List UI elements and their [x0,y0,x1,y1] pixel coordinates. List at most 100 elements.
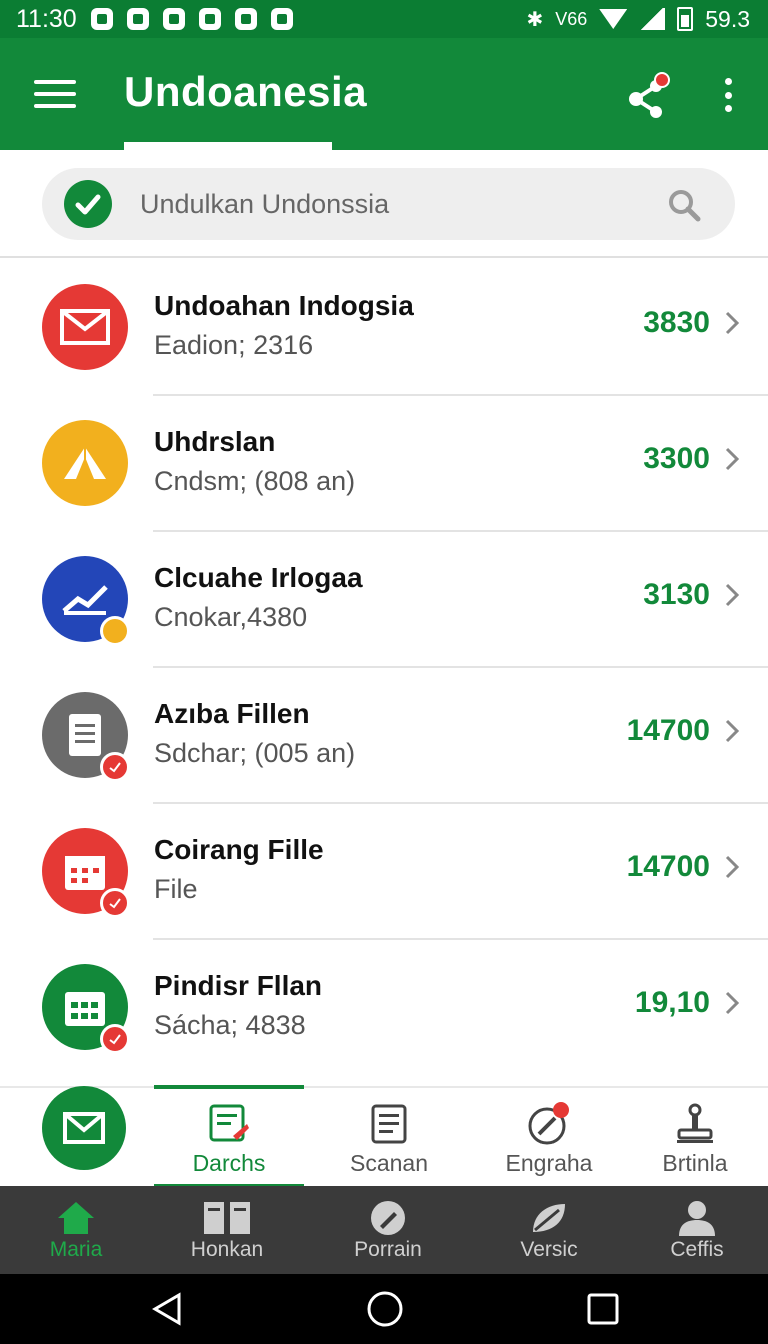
notification-icon [270,8,293,30]
compass-icon [528,1102,569,1145]
send-mail-icon [63,1112,105,1144]
list-item-title: Azıba Fillen [154,698,310,729]
back-button[interactable] [132,1274,202,1344]
list-item[interactable]: Coirang Fille File 14700 [0,804,768,940]
chevron-right-icon [725,311,740,335]
bluetooth-icon: ✱ [526,8,544,31]
edit-document-icon [209,1104,249,1142]
list-item-subtitle: Cnokar,4380 [154,602,308,632]
search-input[interactable] [138,168,638,240]
list-item-subtitle: Sdchar; (005 an) [154,738,356,768]
bottom-navigation: Maria Honkan Porrain Versic Ceffis [0,1186,768,1274]
more-options-button[interactable] [718,78,738,112]
list-item-title: Pindisr Fllan [154,970,323,1001]
scan-document-icon [371,1104,407,1144]
home-circle-icon [367,1291,403,1327]
list-item-title: Coirang Fille [154,834,324,865]
notification-icon [126,8,149,30]
pen-circle-icon [371,1201,405,1235]
search-bar[interactable] [42,168,735,240]
list-item-subtitle: File [154,874,198,904]
share-button[interactable] [622,72,672,124]
list-item-title: Clcuahe Irlogaa [154,562,363,593]
nav-label: Maria [49,1238,103,1261]
nav-label: Porrain [354,1238,422,1261]
tab-darchs[interactable]: Darchs [154,1088,304,1188]
list-item-title: Undoahan Indogsia [154,290,414,321]
list-item[interactable]: Uhdrslan Cndsm; (808 an) 3300 [0,396,768,532]
list-item[interactable]: Azıba Fillen Sdchar; (005 an) 14700 [0,668,768,804]
home-button[interactable] [350,1274,420,1344]
system-navigation-bar [0,1274,768,1344]
notification-icons [90,8,293,30]
tab-label: Scanan [349,1150,428,1176]
mail-icon [42,284,128,370]
nav-maria[interactable]: Maria [0,1186,152,1274]
list-item-subtitle: Eadion; 2316 [154,330,314,360]
list-item-value: 19,10 [634,986,710,1019]
title-underline [124,142,332,150]
battery-level: 59.3 [705,5,750,32]
home-icon [58,1202,94,1234]
check-icon [64,180,112,228]
list-item[interactable]: Pindisr Fllan Sácha; 4838 19,10 [0,940,768,1076]
list-item-subtitle: Sácha; 4838 [154,1010,306,1040]
recents-button[interactable] [568,1274,638,1344]
list-item-subtitle: Cndsm; (808 an) [154,466,356,496]
notification-icon [162,8,185,30]
recents-icon [587,1293,619,1325]
tab-label: Darchs [192,1150,266,1176]
notification-icon [198,8,221,30]
compose-fab[interactable] [42,1086,126,1170]
list-item[interactable]: Clcuahe Irlogaa Cnokar,4380 3130 [0,532,768,668]
list-item-value: 14700 [626,850,710,883]
signal-icon [639,8,666,30]
check-badge-icon [100,752,130,782]
nav-label: Versic [520,1238,578,1261]
menu-button[interactable] [34,80,76,108]
chevron-right-icon [725,719,740,743]
tent-icon [42,420,128,506]
notification-icon [234,8,257,30]
list-item-title: Uhdrslan [154,426,276,457]
back-icon [152,1292,181,1326]
status-time: 11:30 [16,4,77,33]
nav-ceffis[interactable]: Ceffis [626,1186,768,1274]
app-title: Undoanesia [124,68,368,115]
app-bar: Undoanesia [0,38,768,150]
nav-versic[interactable]: Versic [474,1186,624,1274]
chevron-right-icon [725,855,740,879]
nav-porrain[interactable]: Porrain [312,1186,464,1274]
chart-icon [42,556,130,646]
tab-engraha[interactable]: Engraha [474,1088,624,1188]
list-item[interactable]: Undoahan Indogsia Eadion; 2316 3830 [0,260,768,396]
chevron-right-icon [725,583,740,607]
tab-label: Engraha [505,1150,593,1176]
person-icon [679,1201,715,1236]
search-section [0,150,768,258]
stamp-icon [677,1103,713,1143]
list-item-value: 14700 [626,714,710,747]
nav-label: Honkan [190,1238,264,1261]
tab-label: Brtinla [662,1150,728,1176]
battery-icon [677,7,694,31]
search-icon[interactable] [667,188,701,222]
item-list: Undoahan Indogsia Eadion; 2316 3830 Uhdr… [0,260,768,1076]
chevron-right-icon [725,447,740,471]
list-item-value: 3830 [643,306,710,339]
list-item-value: 3130 [643,578,710,611]
wifi-icon [599,9,628,29]
columns-icon [204,1202,250,1234]
calendar-icon [42,828,130,918]
chevron-right-icon [725,991,740,1015]
tab-scanan[interactable]: Scanan [314,1088,464,1188]
calendar-grid-icon [42,964,130,1054]
nav-honkan[interactable]: Honkan [152,1186,302,1274]
notification-icon [90,8,113,30]
status-right: ✱ V66 59.3 [526,0,750,38]
tab-brtinla[interactable]: Brtinla [622,1088,768,1188]
list-item-value: 3300 [643,442,710,475]
nav-label: Ceffis [670,1238,724,1261]
leaf-icon [533,1204,565,1232]
network-label: V66 [555,8,588,29]
